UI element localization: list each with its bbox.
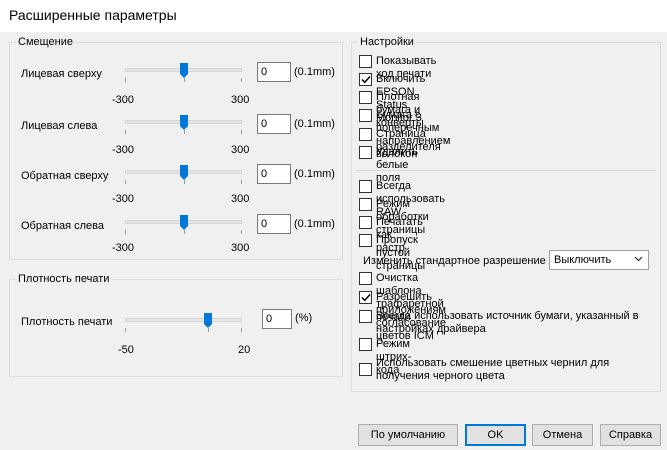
slider-max-label: 300 xyxy=(231,144,250,156)
slider-tick xyxy=(241,328,242,332)
checkbox-box[interactable] xyxy=(359,109,372,122)
checkbox-box[interactable] xyxy=(359,128,372,141)
slider-tick xyxy=(125,328,126,332)
slider-tick xyxy=(125,130,126,134)
slider-max-label: 300 xyxy=(231,242,250,254)
defaults-button[interactable]: По умолчанию xyxy=(358,424,458,446)
title-bar: Расширенные параметры xyxy=(0,0,667,32)
offset-slider-thumb[interactable] xyxy=(180,165,188,181)
density-group-label: Плотность печати xyxy=(16,273,112,285)
offset-row-label: Лицевая сверху xyxy=(21,68,102,80)
unit-label: (0.1mm) xyxy=(294,66,335,78)
offset-value-input[interactable] xyxy=(257,62,291,82)
checkbox-box[interactable] xyxy=(359,234,372,247)
offset-row-label: Обратная слева xyxy=(21,220,104,232)
slider-min-label: -50 xyxy=(118,344,134,356)
slider-min-label: -300 xyxy=(112,193,135,205)
checkbox-box[interactable] xyxy=(359,338,372,351)
slider-tick xyxy=(125,180,126,184)
checkbox-box[interactable] xyxy=(359,291,372,304)
slider-min-label: -300 xyxy=(112,242,135,254)
offset-value-input[interactable] xyxy=(257,164,291,184)
density-value-input[interactable] xyxy=(262,309,292,329)
density-slider-track[interactable] xyxy=(125,318,242,322)
offset-group-label: Смещение xyxy=(16,36,76,48)
slider-tick xyxy=(125,78,126,82)
unit-label: (0.1mm) xyxy=(294,218,335,230)
checkbox-box[interactable] xyxy=(359,198,372,211)
slider-tick xyxy=(241,78,242,82)
offset-slider-thumb[interactable] xyxy=(180,215,188,231)
checkbox-box[interactable] xyxy=(359,272,372,285)
resolution-select[interactable]: Выключить xyxy=(549,250,649,270)
checkbox-label: Использовать смешение цветных чернил для… xyxy=(376,357,610,382)
help-button[interactable]: Справка xyxy=(600,424,661,446)
offset-value-input[interactable] xyxy=(257,114,291,134)
checkbox-label: Всегда использовать источник бумаги, ука… xyxy=(376,310,639,335)
checkbox-box[interactable] xyxy=(359,180,372,193)
checkmark-icon xyxy=(361,75,371,84)
slider-min-label: -300 xyxy=(112,144,135,156)
resolution-label: Изменить стандартное разрешение xyxy=(363,255,546,267)
unit-label: (0.1mm) xyxy=(294,168,335,180)
offset-slider-thumb[interactable] xyxy=(180,115,188,131)
slider-tick xyxy=(241,180,242,184)
offset-slider-thumb[interactable] xyxy=(180,63,188,79)
slider-max-label: 20 xyxy=(238,344,251,356)
resolution-select-value: Выключить xyxy=(554,254,612,266)
density-label: Плотность печати xyxy=(21,316,113,328)
unit-label: (%) xyxy=(295,312,313,324)
checkbox-box[interactable] xyxy=(359,216,372,229)
slider-max-label: 300 xyxy=(231,94,250,106)
checkbox-box[interactable] xyxy=(359,91,372,104)
checkbox-label: Пропуск пустой страницы xyxy=(376,234,426,272)
checkbox-box[interactable] xyxy=(359,55,372,68)
cancel-button[interactable]: Отмена xyxy=(532,424,593,446)
density-slider-thumb[interactable] xyxy=(204,313,212,329)
ok-button[interactable]: OK xyxy=(465,424,526,446)
checkbox-box[interactable] xyxy=(359,363,372,376)
offset-value-input[interactable] xyxy=(257,214,291,234)
chevron-down-icon xyxy=(634,254,643,267)
density-group: Плотность печати xyxy=(9,273,343,377)
unit-label: (0.1mm) xyxy=(294,118,335,130)
settings-group-label: Настройки xyxy=(358,36,416,48)
checkbox-box[interactable] xyxy=(359,310,372,323)
offset-row-label: Обратная сверху xyxy=(21,170,109,182)
slider-max-label: 300 xyxy=(231,193,250,205)
slider-tick xyxy=(241,130,242,134)
checkmark-icon xyxy=(361,293,371,302)
slider-min-label: -300 xyxy=(112,94,135,106)
slider-tick xyxy=(241,230,242,234)
offset-row-label: Лицевая слева xyxy=(21,120,98,132)
checkbox-box[interactable] xyxy=(359,73,372,86)
checkbox-box[interactable] xyxy=(359,146,372,159)
window-title: Расширенные параметры xyxy=(9,7,177,23)
slider-tick xyxy=(125,230,126,234)
